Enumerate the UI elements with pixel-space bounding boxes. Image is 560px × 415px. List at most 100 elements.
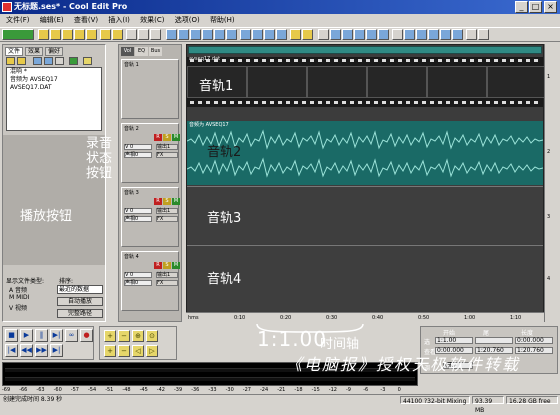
zoom-in-horizontal-icon[interactable]: + xyxy=(104,330,116,342)
scripts-icon[interactable] xyxy=(452,29,463,40)
zoom-out-horizontal-icon[interactable]: − xyxy=(118,330,130,342)
track-lane-4[interactable]: 音轨4 xyxy=(187,245,543,311)
envelope-icon[interactable] xyxy=(178,29,189,40)
volume-field[interactable]: V 0 xyxy=(124,272,152,278)
fx-button[interactable]: FX xyxy=(156,216,178,222)
zoom-in-vertical-icon[interactable]: + xyxy=(104,345,116,357)
tab-favorites[interactable]: 偏好 xyxy=(45,47,64,56)
pan-field[interactable]: 声相0 xyxy=(124,152,152,158)
pitch-icon[interactable] xyxy=(416,29,427,40)
solo-toggle[interactable]: S xyxy=(163,262,171,269)
auto-play-icon[interactable] xyxy=(69,57,78,65)
volume-field[interactable]: V 0 xyxy=(124,144,152,150)
sort-select[interactable]: 最近的数据 xyxy=(57,285,103,294)
sel-begin-field[interactable]: 1:1.00 xyxy=(435,337,473,344)
loop-play-icon[interactable]: ∞ xyxy=(65,329,78,342)
view-vol-tab[interactable]: Vol xyxy=(121,47,134,56)
help-icon[interactable] xyxy=(478,29,489,40)
close-icon[interactable] xyxy=(17,57,26,65)
full-path-button[interactable]: 完整路径 xyxy=(57,309,103,318)
save-all-icon[interactable] xyxy=(74,29,85,40)
zoom-out-vertical-icon[interactable]: − xyxy=(118,345,130,357)
settings-icon[interactable] xyxy=(466,29,477,40)
track-lane-1[interactable]: avseq17.dat 音轨1 xyxy=(187,56,547,119)
stop-icon[interactable]: ■ xyxy=(5,329,18,342)
new-file-icon[interactable] xyxy=(38,29,49,40)
paste-icon[interactable] xyxy=(150,29,161,40)
mute-toggle[interactable]: M xyxy=(172,262,180,269)
echo-icon[interactable] xyxy=(354,29,365,40)
solo-toggle[interactable]: S xyxy=(163,134,171,141)
tab-effects[interactable]: 效果 xyxy=(25,47,44,56)
type-midi-checkbox[interactable]: M MIDI xyxy=(9,294,29,301)
fast-forward-icon[interactable]: ▶▶ xyxy=(35,344,48,357)
open-icon[interactable] xyxy=(6,57,15,65)
solo-toggle[interactable]: S xyxy=(163,198,171,205)
vertical-scrollbar[interactable]: 1 2 3 4 xyxy=(544,44,558,322)
menu-options[interactable]: 选项(O) xyxy=(171,14,204,26)
cut-icon[interactable] xyxy=(126,29,137,40)
mode-switch-icon[interactable] xyxy=(2,29,34,40)
open-file-icon[interactable] xyxy=(50,29,61,40)
mix-icon[interactable] xyxy=(166,29,177,40)
tempo-icon[interactable] xyxy=(190,29,201,40)
pan-field[interactable]: 声相0 xyxy=(124,216,152,222)
noise-icon[interactable] xyxy=(378,29,389,40)
close-file-icon[interactable] xyxy=(86,29,97,40)
fx-button[interactable]: FX xyxy=(156,280,178,286)
pause-icon[interactable]: ‖ xyxy=(35,329,48,342)
metronome-icon[interactable] xyxy=(290,29,301,40)
copy-icon[interactable] xyxy=(138,29,149,40)
help-icon[interactable] xyxy=(83,57,92,65)
go-to-start-icon[interactable]: |◀ xyxy=(5,344,18,357)
multitrack-view[interactable]: avseq17.dat 音轨1 音频为 AVSEQ17 音轨2 音轨3 音轨4 xyxy=(186,44,547,322)
wave-view-icon[interactable] xyxy=(240,29,251,40)
play-to-end-icon[interactable]: ▶| xyxy=(50,329,63,342)
loop-icon[interactable] xyxy=(202,29,213,40)
track-lane-3[interactable]: 音轨3 xyxy=(187,186,543,244)
grid-icon[interactable] xyxy=(226,29,237,40)
zoom-right-icon[interactable]: ▷ xyxy=(146,345,158,357)
snap-icon[interactable] xyxy=(214,29,225,40)
marker-icon[interactable] xyxy=(276,29,287,40)
export-icon[interactable] xyxy=(112,29,123,40)
menu-help[interactable]: 帮助(H) xyxy=(206,14,239,26)
file-item[interactable]: 音频为 AVSEQ17 xyxy=(7,76,101,84)
auto-play-button[interactable]: 自动播放 xyxy=(57,297,103,306)
import-icon[interactable] xyxy=(100,29,111,40)
time-stretch-icon[interactable] xyxy=(404,29,415,40)
record-toggle[interactable]: R xyxy=(154,134,162,141)
mute-toggle[interactable]: M xyxy=(172,198,180,205)
zoom-left-icon[interactable]: ◁ xyxy=(132,345,144,357)
menu-view[interactable]: 查看(V) xyxy=(70,14,102,26)
output-button[interactable]: 输出1 xyxy=(156,144,178,150)
view-bus-tab[interactable]: Bus xyxy=(149,47,162,56)
play-icon[interactable]: ▶ xyxy=(20,329,33,342)
type-video-checkbox[interactable]: V 视频 xyxy=(9,303,27,312)
record-icon[interactable]: ● xyxy=(80,329,93,342)
play-preview-icon[interactable] xyxy=(55,57,64,65)
volume-field[interactable]: V 0 xyxy=(124,208,152,214)
video-clip[interactable]: avseq17.dat xyxy=(187,56,547,107)
menu-edit[interactable]: 编辑(E) xyxy=(36,14,68,26)
menu-insert[interactable]: 插入(I) xyxy=(104,14,134,26)
rewind-icon[interactable]: ◀◀ xyxy=(20,344,33,357)
mute-toggle[interactable]: M xyxy=(172,134,180,141)
filter-icon[interactable] xyxy=(366,29,377,40)
fx-button[interactable]: FX xyxy=(156,152,178,158)
record-toggle[interactable]: R xyxy=(154,262,162,269)
type-audio-checkbox[interactable]: A 音频 xyxy=(9,285,27,294)
multitrack-icon[interactable] xyxy=(252,29,263,40)
fx-rack-icon[interactable] xyxy=(318,29,329,40)
insert-icon[interactable] xyxy=(33,57,42,65)
fx-icon[interactable] xyxy=(392,29,403,40)
reverb-icon[interactable] xyxy=(342,29,353,40)
edit-icon[interactable] xyxy=(44,57,53,65)
menu-effects[interactable]: 效果(C) xyxy=(136,14,168,26)
track-lane-2[interactable]: 音频为 AVSEQ17 音轨2 xyxy=(187,121,543,185)
cue-icon[interactable] xyxy=(264,29,275,40)
output-button[interactable]: 输出1 xyxy=(156,208,178,214)
tab-files[interactable]: 文件 xyxy=(5,47,24,56)
close-button[interactable]: × xyxy=(544,1,557,13)
normalize-icon[interactable] xyxy=(428,29,439,40)
